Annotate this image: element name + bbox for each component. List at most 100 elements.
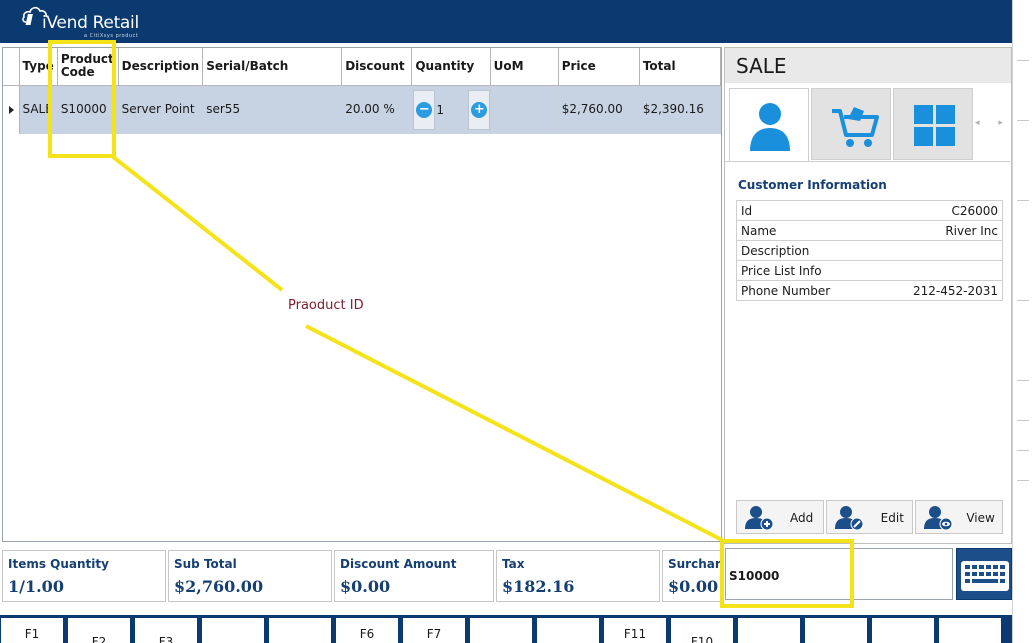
column-header-uom[interactable]: UoM [490,48,559,86]
ivend-logo: iVend Retail a CitiXsys product [22,4,162,40]
add-customer-button[interactable]: Add [736,500,824,534]
current-row-arrow-icon [3,85,20,134]
tax-value: $182.16 [502,577,575,596]
customer-row-description: Description [736,240,1004,261]
tab-grid[interactable] [893,88,973,160]
tax-label: Tax [502,557,525,571]
info-key: Id [736,200,873,221]
fkey-blank-4[interactable] [201,617,265,643]
items-quantity-value: 1/1.00 [8,577,64,596]
edit-user-icon [834,506,864,531]
cell-uom[interactable] [490,85,559,134]
cell-quantity: − 1 + [411,85,491,134]
fkey-label: F10 [690,635,714,643]
fkey-blank-9[interactable] [536,617,600,643]
fkey-blank-15[interactable] [938,617,1002,643]
discount-amount-box: Discount Amount $0.00 [334,550,494,602]
product-code-highlight [48,40,116,158]
fkey-label: F2 [91,635,107,643]
fkey-blank-5[interactable] [268,617,332,643]
tax-box: Tax $182.16 [496,550,660,602]
customer-row-id: Id C26000 [736,200,1004,221]
add-user-icon [745,506,774,531]
keyboard-button[interactable] [956,548,1012,600]
view-customer-button[interactable]: View [915,500,1004,534]
column-header-total[interactable]: Total [639,48,722,86]
cell-price[interactable]: $2,760.00 [558,85,640,134]
items-quantity-label: Items Quantity [8,557,109,571]
customer-actions: Add Edit View [736,500,1004,534]
column-header-price[interactable]: Price [558,48,640,86]
quantity-value[interactable]: 1 [436,103,444,118]
logo-subtext: a CitiXsys product [84,33,139,39]
column-header-serial-batch[interactable]: Serial/Batch [202,48,343,86]
totals-bar: Items Quantity 1/1.00 Sub Total $2,760.0… [2,550,724,602]
fkey-label: F11 [623,627,647,641]
decrease-quantity-button[interactable]: − [413,89,436,130]
surcharge-value: $0.00 [668,577,719,596]
sub-total-label: Sub Total [174,557,237,571]
fkey-blank-14[interactable] [871,617,935,643]
fkey-blank-8[interactable] [469,617,533,643]
column-header-discount[interactable]: Discount [341,48,413,86]
surcharge-label: Surcharge [668,557,721,571]
fkey-blank-12[interactable] [737,617,801,643]
fkey-f1[interactable]: F1 [0,617,64,643]
sub-total-box: Sub Total $2,760.00 [168,550,332,602]
info-key: Phone Number [736,280,873,301]
discount-amount-label: Discount Amount [340,557,457,571]
column-header-quantity[interactable]: Quantity [411,48,491,86]
fkey-f7[interactable]: F7 [402,617,466,643]
tab-customer[interactable] [729,88,809,162]
customer-info-table: Id C26000 Name River Inc Description Price… [736,200,1004,301]
fkey-blank-13[interactable] [804,617,868,643]
fkey-f10[interactable]: F10 [670,617,734,643]
logo-text: iVend Retail [42,13,139,33]
info-value: River Inc [872,220,1004,241]
window-edge-strip [1012,0,1032,643]
keyboard-icon [961,561,1009,591]
info-key: Price List Info [736,260,873,281]
fkey-f6[interactable]: F6 [335,617,399,643]
fkey-label: F1 [24,627,40,641]
customer-information-title: Customer Information [738,178,887,192]
edit-button-label: Edit [880,511,904,525]
tab-scroll-arrows-icon[interactable]: ◂ ▸ [975,118,1011,128]
sub-total-value: $2,760.00 [174,577,264,596]
cell-description[interactable]: Server Point [118,85,204,134]
tab-cart[interactable] [811,88,891,160]
transaction-type-title: SALE [725,48,1011,83]
fkey-f3[interactable]: F3 [134,617,198,643]
customer-row-phone: Phone Number 212-452-2031 [736,280,1004,301]
cell-total[interactable]: $2,390.16 [639,85,722,134]
customer-information-panel: Customer Information Id C26000 Name River … [725,161,1013,543]
discount-amount-value: $0.00 [340,577,391,596]
app-header: iVend Retail a CitiXsys product [0,0,1012,43]
customer-row-price-list: Price List Info [736,260,1004,281]
edit-customer-button[interactable]: Edit [825,500,914,534]
plus-icon: + [471,101,488,118]
view-user-icon [924,506,953,531]
fkey-label: F6 [359,627,375,641]
fkey-f2[interactable]: F2 [67,617,131,643]
side-tabs: ◂ ▸ [725,88,1013,162]
cart-icon [832,107,879,147]
info-value: C26000 [872,200,1004,221]
customer-icon [750,103,790,151]
surcharge-box: Surcharge $0.00 [662,550,722,602]
items-quantity-box: Items Quantity 1/1.00 [2,550,166,602]
scan-input-highlight [720,539,854,608]
increase-quantity-button[interactable]: + [468,89,491,130]
annotation-label: Praoduct ID [288,298,364,313]
customer-row-name: Name River Inc [736,220,1004,241]
cell-serial-batch[interactable]: ser55 [202,85,343,134]
fkey-f11[interactable]: F11 [603,617,667,643]
fkey-label: F3 [158,635,174,643]
grid-icon [914,105,955,146]
info-value [872,240,1004,261]
info-key: Name [736,220,873,241]
view-button-label: View [966,511,995,525]
cell-discount[interactable]: 20.00 % [341,85,413,134]
column-header-description[interactable]: Description [118,48,204,86]
function-key-bar: F1 F2 F3 F6 F7 F11 F10 [0,615,1012,643]
